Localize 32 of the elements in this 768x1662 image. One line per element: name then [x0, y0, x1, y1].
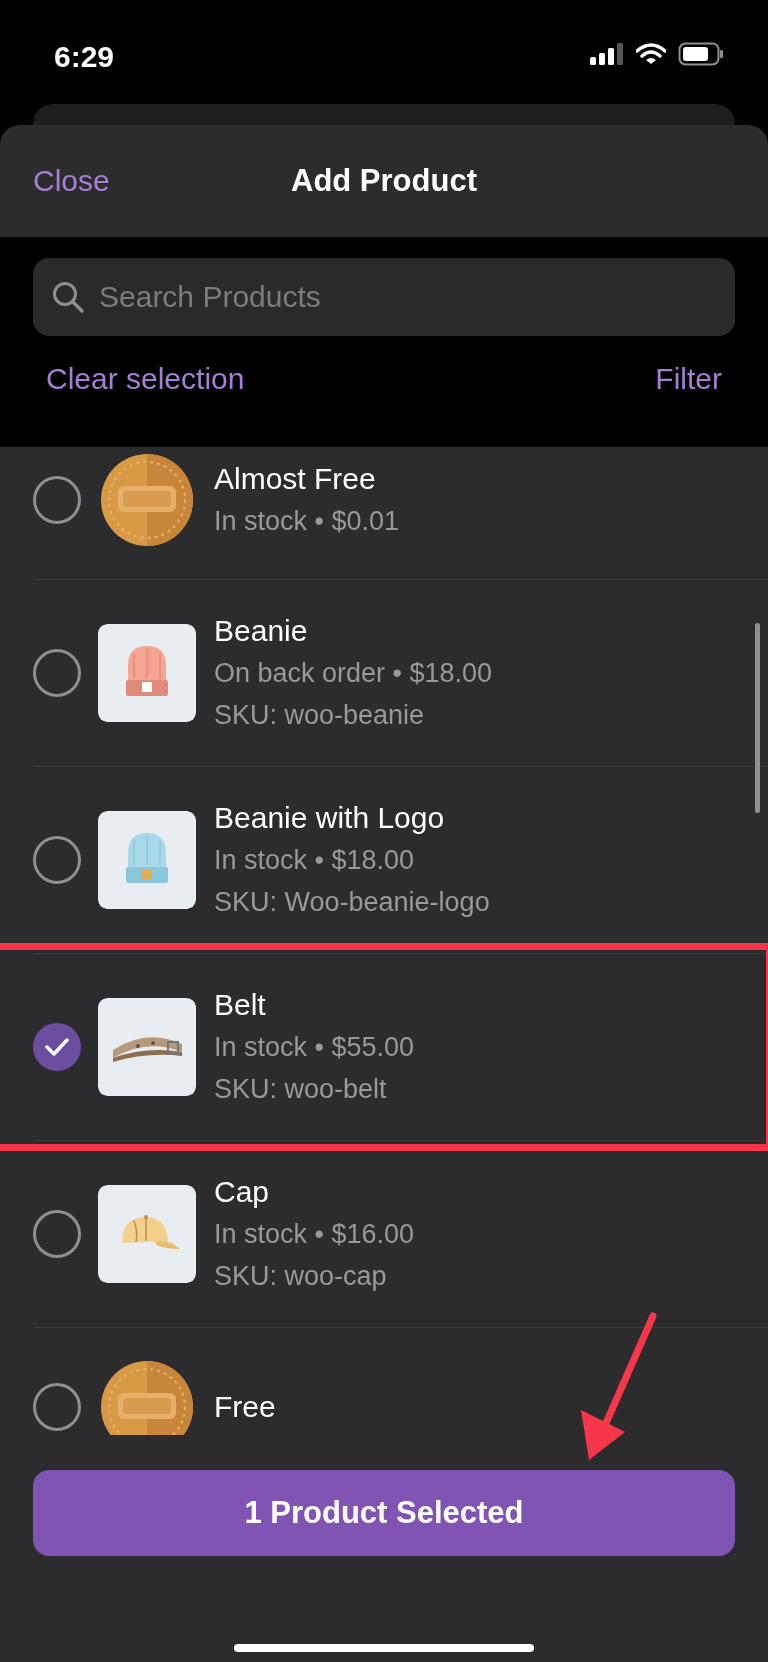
checkmark-icon — [45, 1037, 69, 1057]
product-name: Cap — [214, 1174, 271, 1210]
filter-link[interactable]: Filter — [655, 362, 722, 396]
search-field[interactable]: Search Products — [33, 258, 735, 336]
stock-price-text: In stock • $0.01 — [214, 505, 400, 538]
signal-icon — [590, 43, 624, 65]
sheet-title: Add Product — [291, 163, 477, 198]
sku-text: SKU: woo-belt — [214, 1073, 388, 1106]
product-name: Free — [214, 1389, 276, 1425]
radio-button[interactable] — [33, 476, 81, 524]
product-selected-button[interactable]: 1 Product Selected — [33, 1470, 735, 1556]
radio-button[interactable] — [33, 1210, 81, 1258]
radio-button[interactable] — [33, 1023, 81, 1071]
product-name: Beanie with Logo — [214, 800, 446, 836]
battery-icon — [678, 42, 724, 66]
sku-text: SKU: woo-beanie — [214, 699, 426, 732]
radio-button[interactable] — [33, 836, 81, 884]
stock-price-text: In stock • $18.00 — [214, 844, 416, 877]
status-time: 6:29 — [54, 40, 115, 74]
product-name: Beanie — [214, 613, 309, 649]
product-name: Belt — [214, 987, 267, 1023]
stock-price-text: On back order • $18.00 — [214, 657, 493, 690]
radio-button[interactable] — [33, 649, 81, 697]
product-name: Almost Free — [214, 461, 377, 497]
radio-button[interactable] — [33, 1383, 81, 1431]
stock-price-text: In stock • $55.00 — [214, 1031, 415, 1064]
sku-text: SKU: Woo-beanie-logo — [214, 886, 490, 919]
stock-price-text: In stock • $16.00 — [214, 1218, 415, 1251]
clear-selection-link[interactable]: Clear selection — [46, 362, 245, 396]
sku-text: SKU: woo-cap — [214, 1260, 388, 1293]
wifi-icon — [636, 43, 666, 65]
close-button[interactable]: Close — [33, 164, 110, 198]
